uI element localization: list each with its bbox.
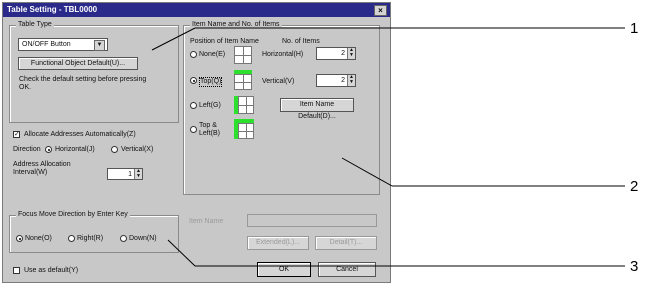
callout-number-2: 2 [630,178,639,195]
callout-line-3a [167,239,196,267]
callout-lines [151,27,625,267]
callout-number-3: 3 [630,258,639,275]
callout-line-1a [151,27,196,51]
callout-number-1: 1 [630,20,639,37]
callout-line-2a [341,157,393,187]
